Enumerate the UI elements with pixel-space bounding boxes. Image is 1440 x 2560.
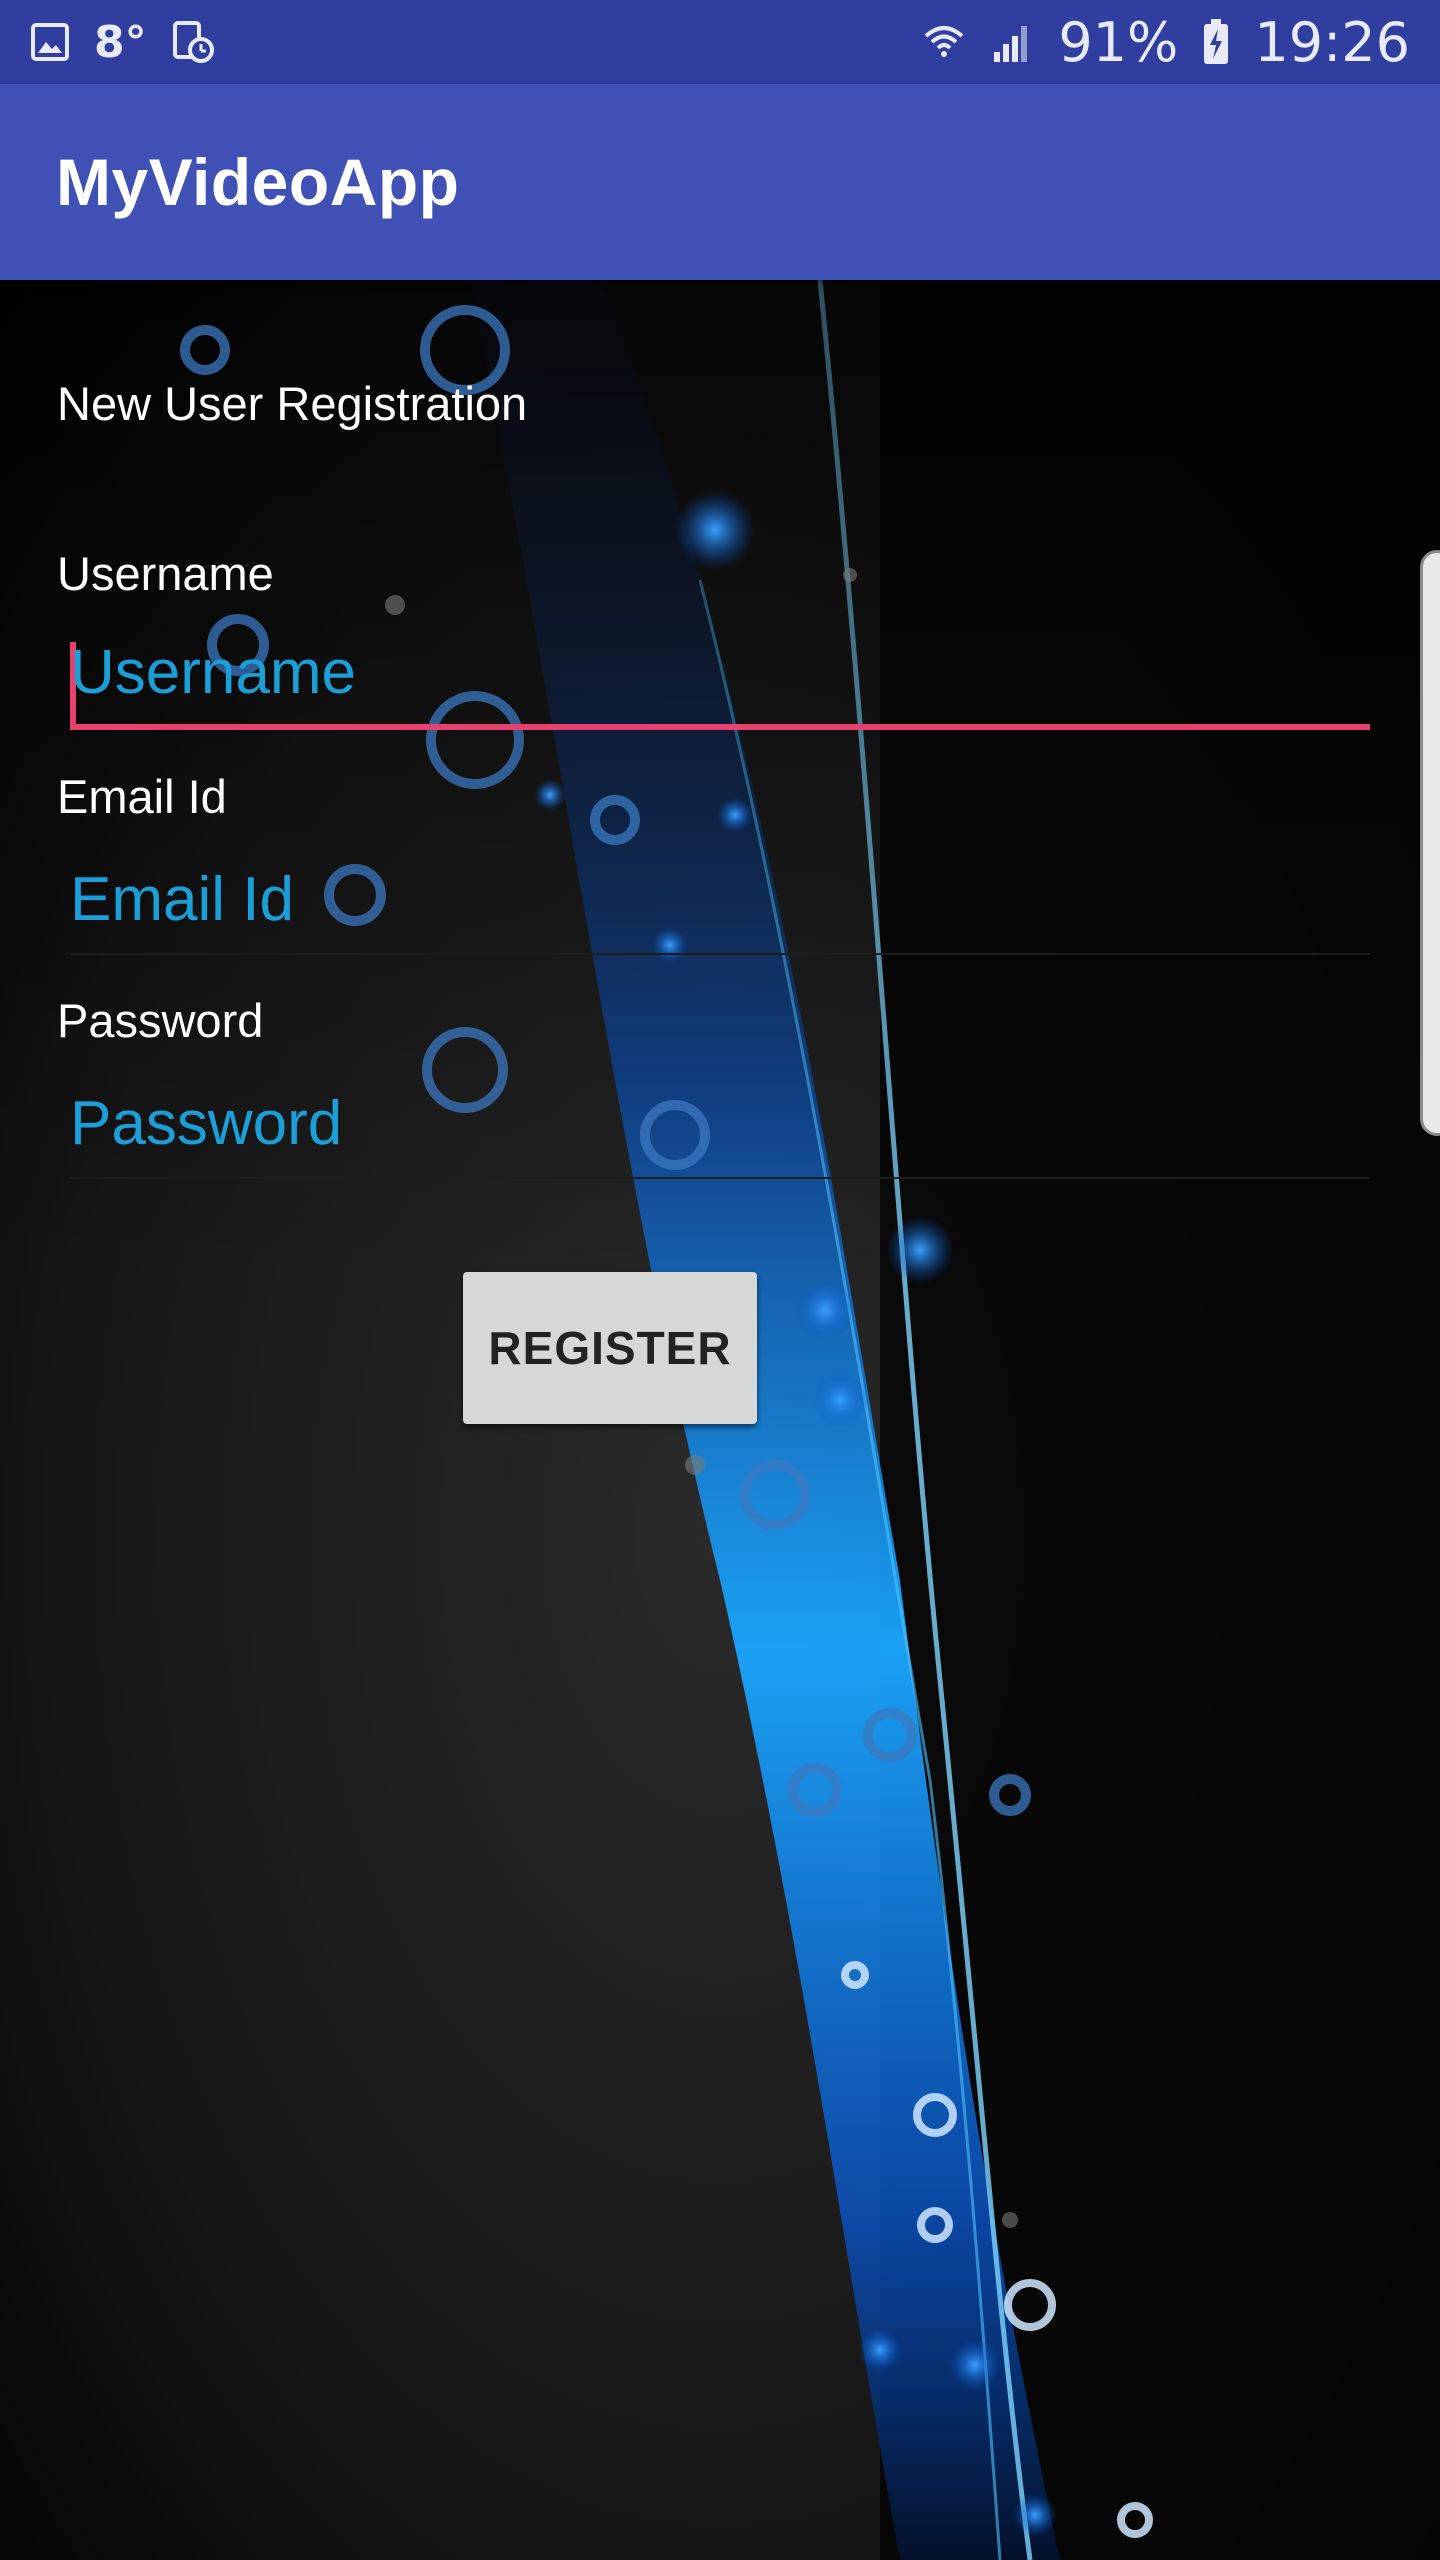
wifi-icon — [922, 20, 966, 64]
temperature-text: 8° — [94, 16, 147, 68]
signal-icon — [990, 20, 1034, 64]
clock-time: 19:26 — [1254, 10, 1410, 74]
status-right: 91% 19:26 — [922, 11, 1410, 74]
clock-update-icon — [171, 20, 215, 64]
email-label: Email Id — [57, 770, 227, 823]
status-left: 8° — [30, 17, 215, 68]
battery-percent: 91% — [1058, 10, 1179, 74]
password-label: Password — [57, 994, 264, 1047]
page-heading: New User Registration — [57, 377, 528, 430]
register-button[interactable]: REGISTER — [463, 1272, 757, 1424]
status-bar: 8° 91% 19:26 — [0, 0, 1440, 84]
password-input[interactable] — [70, 1069, 1370, 1179]
app-bar: MyVideoApp — [0, 84, 1440, 280]
app-title: MyVideoApp — [56, 145, 460, 219]
username-input[interactable] — [70, 620, 1370, 730]
email-input[interactable] — [70, 845, 1370, 955]
edge-panel-handle[interactable] — [1420, 550, 1440, 1136]
registration-screen: New User Registration Username Email Id … — [0, 280, 1440, 2560]
gallery-icon — [30, 22, 70, 62]
battery-charging-icon — [1202, 19, 1230, 65]
username-label: Username — [57, 547, 274, 600]
